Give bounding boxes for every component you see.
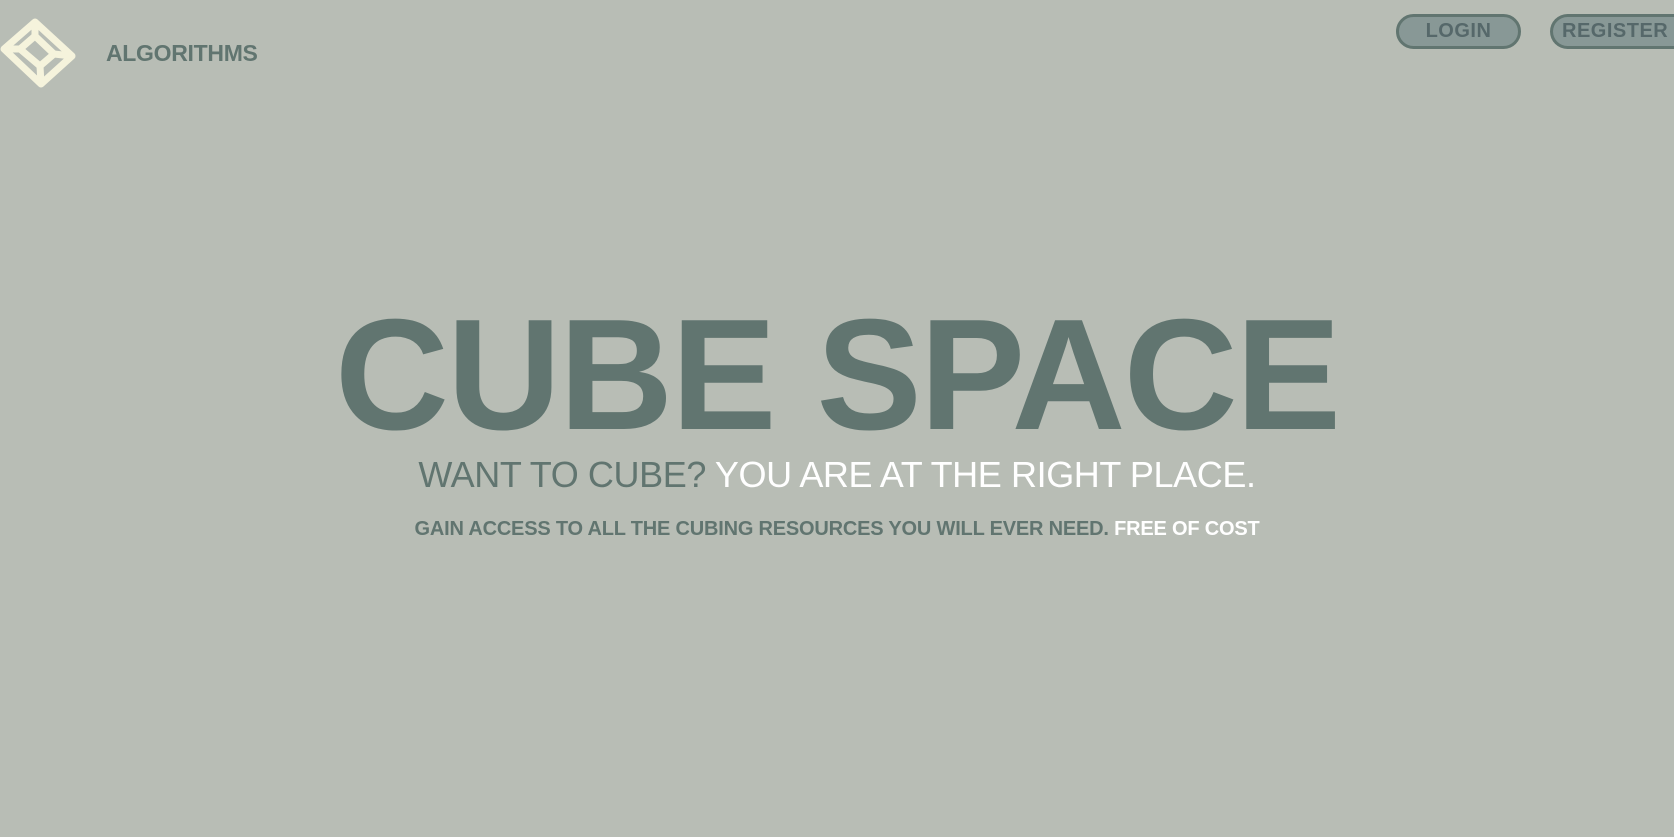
cube-logo-icon[interactable] [0, 16, 76, 92]
hero-section: CUBE SPACE WANT TO CUBE? YOU ARE AT THE … [0, 287, 1674, 544]
hero-subtitle-highlight: YOU ARE AT THE RIGHT PLACE. [714, 454, 1256, 495]
landing-page: ALGORITHMS LOGIN REGISTER CUBE SPACE WAN… [0, 0, 1674, 837]
login-button[interactable]: LOGIN [1396, 14, 1521, 49]
hero-description: GAIN ACCESS TO ALL THE CUBING RESOURCES … [0, 514, 1674, 544]
hero-description-highlight: FREE OF COST [1114, 518, 1260, 540]
hero-title: CUBE SPACE [334, 287, 1341, 463]
hero-subtitle-question: WANT TO CUBE? [418, 454, 706, 495]
nav-algorithms-link[interactable]: ALGORITHMS [106, 40, 258, 67]
register-button[interactable]: REGISTER [1550, 14, 1674, 49]
hero-description-text: GAIN ACCESS TO ALL THE CUBING RESOURCES … [414, 518, 1109, 540]
hero-subtitle: WANT TO CUBE? YOU ARE AT THE RIGHT PLACE… [0, 450, 1674, 500]
